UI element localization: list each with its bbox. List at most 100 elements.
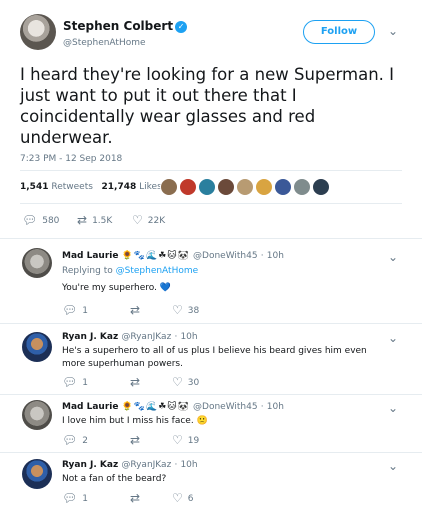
reply-button[interactable]: 💬︎ 2 — [62, 433, 88, 447]
reply-text: He's a superhero to all of us plus I bel… — [62, 346, 367, 369]
reply-icon: 💬︎ — [62, 433, 78, 447]
tweet-text: I heard they're looking for a new Superm… — [20, 65, 395, 147]
retweet-button[interactable]: ⇄ — [130, 491, 145, 505]
reply-time[interactable]: 10h — [267, 251, 284, 261]
author-handle[interactable]: @StephenAtHome — [63, 38, 146, 48]
reply-author[interactable]: Ryan J. Kaz @RyanJKaz · 10h — [62, 332, 198, 342]
reply-count: 1 — [82, 494, 88, 504]
reply-icon: 💬︎ — [62, 491, 78, 505]
retweet-icon: ⇄ — [130, 375, 141, 389]
liker-avatar[interactable] — [198, 178, 216, 196]
heart-icon: ♡ — [172, 375, 183, 389]
reply-handle[interactable]: @RyanJKaz — [121, 332, 171, 342]
liker-avatar[interactable] — [160, 178, 178, 196]
retweet-icon: ⇄ — [130, 433, 141, 447]
replying-label: Replying to — [62, 266, 113, 276]
replying-to: Replying to @StephenAtHome — [62, 266, 198, 276]
liker-avatar[interactable] — [255, 178, 273, 196]
liker-avatar[interactable] — [293, 178, 311, 196]
divider — [0, 238, 422, 239]
reply-handle[interactable]: @RyanJKaz — [121, 460, 171, 470]
heart-icon: ♡ — [172, 491, 183, 505]
reply-author[interactable]: Ryan J. Kaz @RyanJKaz · 10h — [62, 460, 198, 470]
chevron-down-icon[interactable]: ⌄ — [388, 331, 398, 345]
reply-author-name[interactable]: Mad Laurie — [62, 402, 118, 412]
reply-icon: 💬︎ — [62, 375, 78, 389]
like-button[interactable]: ♡ 22K — [132, 213, 165, 227]
divider — [0, 323, 422, 324]
heart-icon: ♡ — [132, 213, 143, 227]
liker-avatar[interactable] — [236, 178, 254, 196]
like-button[interactable]: ♡ 6 — [172, 491, 194, 505]
divider — [20, 170, 402, 171]
like-count: 30 — [187, 378, 200, 388]
reply-icon: 💬︎ — [62, 303, 78, 317]
like-button[interactable]: ♡ 38 — [172, 303, 199, 317]
like-button[interactable]: ♡ 19 — [172, 433, 199, 447]
reply-count: 2 — [82, 436, 88, 446]
reply-handle[interactable]: @DoneWith45 — [193, 402, 258, 412]
reply-count: 1 — [82, 378, 88, 388]
tweet-timestamp[interactable]: 7:23 PM - 12 Sep 2018 — [20, 154, 122, 164]
chevron-down-icon[interactable]: ⌄ — [388, 401, 398, 415]
heart-icon: ♡ — [172, 433, 183, 447]
likes-label[interactable]: Likes — [139, 182, 162, 192]
retweet-button[interactable]: ⇄ 1.5K — [77, 213, 112, 227]
reply-avatar[interactable] — [22, 248, 52, 278]
chevron-down-icon[interactable]: ⌄ — [388, 250, 398, 264]
liker-avatar[interactable] — [217, 178, 235, 196]
author-avatar[interactable] — [20, 14, 56, 50]
author-name-text[interactable]: Stephen Colbert — [63, 19, 173, 33]
reply-text: You're my superhero. 💙 — [62, 283, 172, 293]
liker-avatar[interactable] — [179, 178, 197, 196]
liker-avatar[interactable] — [312, 178, 330, 196]
retweet-button[interactable]: ⇄ — [130, 303, 145, 317]
retweet-icon: ⇄ — [130, 303, 141, 317]
reply-time[interactable]: 10h — [180, 332, 197, 342]
retweet-button[interactable]: ⇄ — [130, 433, 145, 447]
likes-count[interactable]: 21,748 — [102, 182, 137, 192]
reply-author-emojis: 🌻🐾🌊☘🐱🐼 — [121, 402, 190, 412]
retweet-count: 1.5K — [92, 216, 113, 226]
like-count: 22K — [147, 216, 166, 226]
chevron-down-icon[interactable]: ⌄ — [388, 459, 398, 473]
like-count: 19 — [187, 436, 200, 446]
reply-avatar[interactable] — [22, 459, 52, 489]
reply-author-emojis: 🌻🐾🌊☘🐱🐼 — [121, 251, 190, 261]
reply-author-name[interactable]: Ryan J. Kaz — [62, 332, 118, 342]
reply-text: Not a fan of the beard? — [62, 474, 167, 484]
reply-time[interactable]: 10h — [180, 460, 197, 470]
reply-button[interactable]: 💬︎ 1 — [62, 303, 88, 317]
reply-author-name[interactable]: Ryan J. Kaz — [62, 460, 118, 470]
reply-button[interactable]: 💬︎ 1 — [62, 375, 88, 389]
chevron-down-icon[interactable]: ⌄ — [388, 24, 398, 38]
reply-button[interactable]: 💬︎ 580 — [22, 213, 59, 227]
retweets-count[interactable]: 1,541 — [20, 182, 48, 192]
reply-avatar[interactable] — [22, 400, 52, 430]
like-count: 6 — [187, 494, 194, 504]
retweet-button[interactable]: ⇄ — [130, 375, 145, 389]
reply-text: I love him but I miss his face. 🙁 — [62, 416, 208, 426]
replying-to-link[interactable]: @StephenAtHome — [116, 266, 199, 276]
like-count: 38 — [187, 306, 200, 316]
like-button[interactable]: ♡ 30 — [172, 375, 199, 389]
reply-author-name[interactable]: Mad Laurie — [62, 251, 118, 261]
retweet-icon: ⇄ — [77, 213, 88, 227]
liker-avatar[interactable] — [274, 178, 292, 196]
reply-button[interactable]: 💬︎ 1 — [62, 491, 88, 505]
reply-count: 580 — [42, 216, 60, 226]
reply-author[interactable]: Mad Laurie 🌻🐾🌊☘🐱🐼 @DoneWith45 · 10h — [62, 251, 284, 261]
reply-handle[interactable]: @DoneWith45 — [193, 251, 258, 261]
retweets-label[interactable]: Retweets — [51, 182, 93, 192]
follow-button[interactable]: Follow — [303, 20, 375, 44]
reply-author[interactable]: Mad Laurie 🌻🐾🌊☘🐱🐼 @DoneWith45 · 10h — [62, 402, 284, 412]
author-name[interactable]: Stephen Colbert ✓ — [63, 19, 188, 33]
reply-icon: 💬︎ — [22, 213, 38, 227]
divider — [0, 452, 422, 453]
reply-time[interactable]: 10h — [267, 402, 284, 412]
divider — [20, 203, 402, 204]
reply-avatar[interactable] — [22, 332, 52, 362]
retweet-icon: ⇄ — [130, 491, 141, 505]
reply-count: 1 — [82, 306, 88, 316]
divider — [0, 394, 422, 395]
